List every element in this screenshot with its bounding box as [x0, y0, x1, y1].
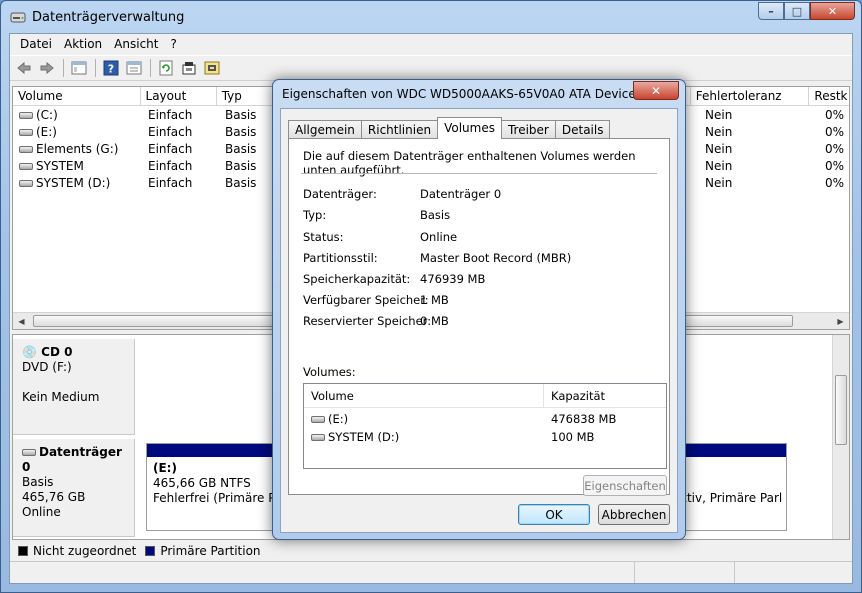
- primary-partition-bar: [674, 444, 786, 457]
- drive-icon: [19, 146, 33, 153]
- settings-button[interactable]: [201, 58, 223, 78]
- properties-button[interactable]: [123, 58, 145, 78]
- scrollbar-thumb[interactable]: [835, 375, 847, 445]
- volumes-list-header: Volume Kapazität: [304, 384, 666, 408]
- ok-button[interactable]: OK: [518, 504, 590, 525]
- prop-label: Speicherkapazität:: [303, 272, 411, 286]
- menu-datei[interactable]: Datei: [14, 37, 58, 51]
- partition-system[interactable]: ) ktiv, Primäre Parl: [673, 443, 787, 531]
- disk0-info[interactable]: Datenträger 0 Basis 465,76 GB Online: [13, 439, 135, 537]
- svg-text:?: ?: [108, 63, 114, 76]
- menu-bar: Datei Aktion Ansicht ?: [10, 34, 852, 54]
- column-volume[interactable]: Volume: [13, 87, 141, 105]
- properties-dialog: Eigenschaften von WDC WD5000AAKS-65V0A0 …: [272, 79, 686, 540]
- cd-drive-icon: 💿: [22, 345, 37, 359]
- column-layout[interactable]: Layout: [141, 87, 217, 105]
- prop-value: Basis: [420, 208, 451, 222]
- tab-richtlinien[interactable]: Richtlinien: [360, 120, 439, 139]
- menu-ansicht[interactable]: Ansicht: [108, 37, 164, 51]
- legend-primary: Primäre Partition: [160, 544, 261, 558]
- prop-value: 1 MB: [420, 293, 449, 307]
- volumes-label: Volumes:: [303, 365, 356, 379]
- primary-swatch: [145, 546, 156, 556]
- help-button[interactable]: ?: [100, 58, 122, 78]
- prop-label: Status:: [303, 230, 344, 244]
- prop-label: Verfügbarer Speicher:: [303, 293, 429, 307]
- dialog-body: Allgemein Richtlinien Volumes Treiber De…: [280, 108, 678, 533]
- back-arrow-icon: [17, 61, 31, 75]
- legend-unallocated: Nicht zugeordnet: [33, 544, 137, 558]
- tab-volumes[interactable]: Volumes: [437, 117, 502, 139]
- column-restkapazitaet[interactable]: Restk: [809, 87, 849, 105]
- window-title: Datenträgerverwaltung: [32, 10, 185, 25]
- forward-button[interactable]: [36, 58, 58, 78]
- volume-list-item[interactable]: SYSTEM (D:) 100 MB: [304, 429, 666, 447]
- toolbar: ?: [10, 55, 852, 81]
- column-fehlertoleranz[interactable]: Fehlertoleranz: [691, 87, 810, 105]
- drive-icon: [19, 129, 33, 136]
- close-button[interactable]: ✕: [810, 2, 855, 20]
- scroll-right-icon[interactable]: ▶: [832, 313, 849, 329]
- toolbar-separator: [63, 59, 64, 77]
- drive-icon: [19, 180, 33, 187]
- divider: [301, 173, 657, 174]
- dialog-close-button[interactable]: ✕: [633, 81, 679, 100]
- console-tree-icon: [71, 61, 87, 75]
- prop-value: Online: [420, 230, 458, 244]
- status-pane: [10, 562, 635, 583]
- column-volume[interactable]: Volume: [304, 384, 544, 407]
- toolbar-separator: [95, 59, 96, 77]
- status-pane: [635, 562, 735, 583]
- drive-icon: [311, 434, 325, 441]
- title-bar[interactable]: Datenträgerverwaltung – □ ✕: [1, 1, 861, 33]
- prop-value: 0 MB: [420, 314, 449, 328]
- menu-aktion[interactable]: Aktion: [58, 37, 108, 51]
- prop-value: 476939 MB: [420, 272, 486, 286]
- unallocated-swatch: [18, 546, 28, 556]
- tab-treiber[interactable]: Treiber: [500, 120, 556, 139]
- rescan-icon: [182, 62, 196, 75]
- column-kapazitaet[interactable]: Kapazität: [544, 384, 666, 407]
- drive-icon: [19, 112, 33, 119]
- hard-disk-icon: [22, 449, 36, 456]
- back-button[interactable]: [13, 58, 35, 78]
- refresh-button[interactable]: [155, 58, 177, 78]
- dialog-title: Eigenschaften von WDC WD5000AAKS-65V0A0 …: [282, 87, 636, 101]
- minimize-button[interactable]: –: [758, 2, 784, 20]
- disk-management-icon: [10, 12, 26, 23]
- legend: Nicht zugeordnet Primäre Partition: [12, 542, 850, 560]
- forward-arrow-icon: [40, 61, 54, 75]
- help-icon: ?: [103, 60, 119, 76]
- rescan-button[interactable]: [178, 58, 200, 78]
- cd-drive-info[interactable]: 💿 CD 0 DVD (F:) Kein Medium: [13, 339, 135, 435]
- prop-label: Typ:: [303, 208, 327, 222]
- vertical-scrollbar[interactable]: [832, 335, 849, 539]
- prop-label: Partitionsstil:: [303, 251, 378, 265]
- scroll-left-icon[interactable]: ◀: [13, 313, 30, 329]
- prop-label: Datenträger:: [303, 187, 377, 201]
- refresh-icon: [159, 60, 173, 76]
- properties-icon: [126, 61, 142, 75]
- prop-value: Master Boot Record (MBR): [420, 251, 572, 265]
- tab-allgemein[interactable]: Allgemein: [288, 120, 362, 139]
- toolbar-separator: [150, 59, 151, 77]
- menu-help[interactable]: ?: [164, 37, 182, 51]
- volumes-tab-page: Die auf diesem Datenträger enthaltenen V…: [288, 138, 670, 496]
- console-tree-button[interactable]: [68, 58, 90, 78]
- settings-icon: [204, 61, 220, 75]
- status-bar: [10, 561, 852, 583]
- drive-icon: [311, 416, 325, 423]
- maximize-button[interactable]: □: [784, 2, 810, 20]
- volume-list-item[interactable]: (E:) 476838 MB: [304, 411, 666, 429]
- cancel-button[interactable]: Abbrechen: [598, 504, 670, 525]
- tab-details[interactable]: Details: [554, 120, 611, 139]
- eigenschaften-button[interactable]: Eigenschaften: [583, 475, 667, 496]
- prop-value: Datenträger 0: [420, 187, 502, 201]
- prop-label: Reservierter Speicher:: [303, 314, 432, 328]
- volumes-list[interactable]: Volume Kapazität (E:) 476838 MB SYSTEM (…: [303, 383, 667, 469]
- tab-strip: Allgemein Richtlinien Volumes Treiber De…: [288, 117, 611, 139]
- drive-icon: [19, 163, 33, 170]
